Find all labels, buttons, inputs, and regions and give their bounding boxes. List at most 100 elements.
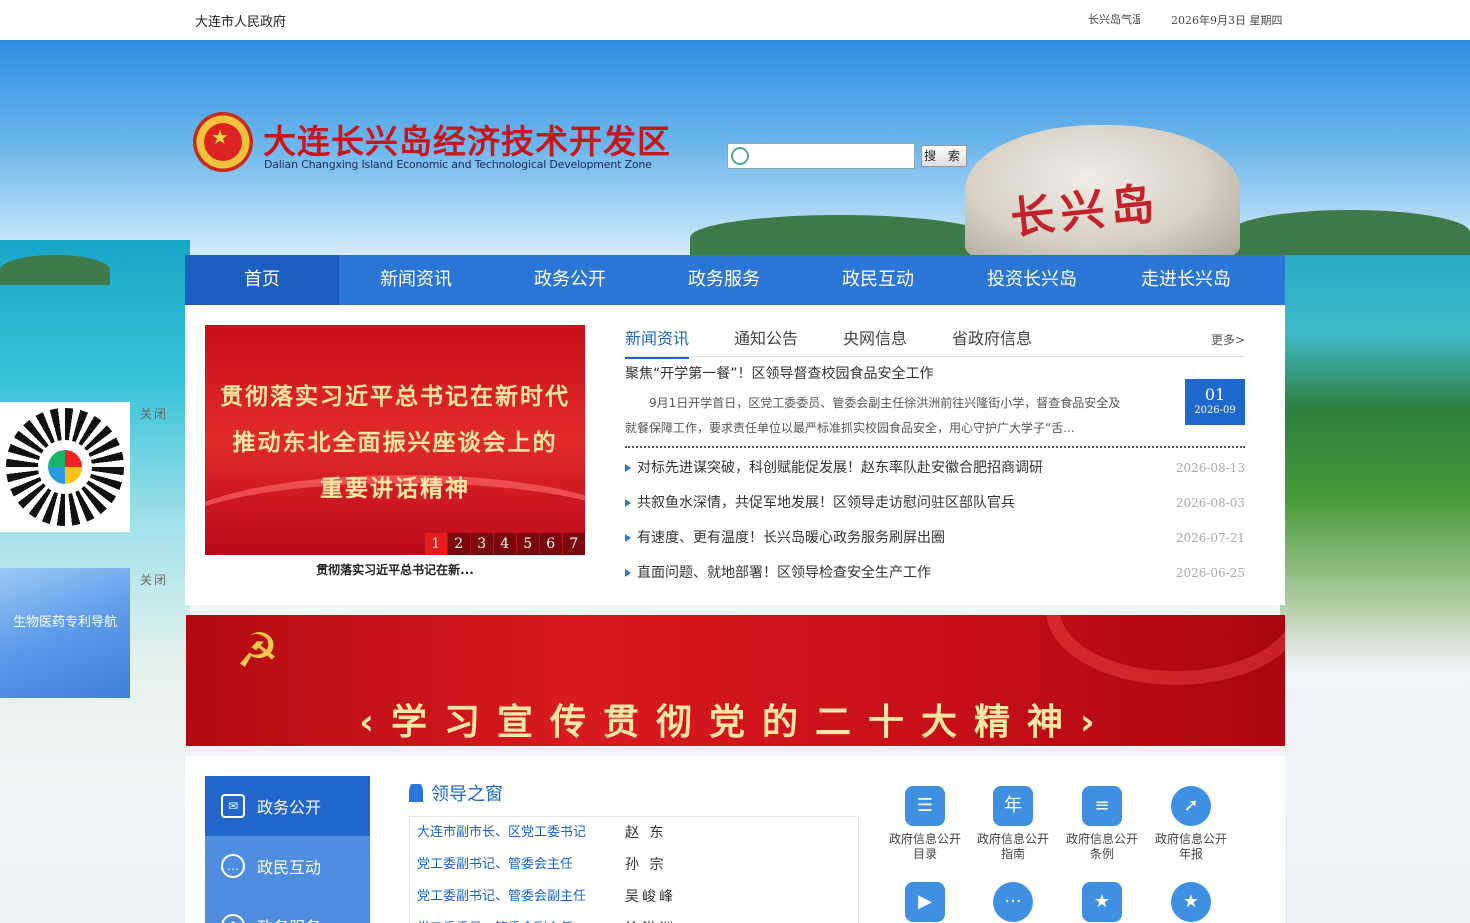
party-emblem-icon: ☭ (236, 623, 280, 679)
chat-icon: ··· (993, 882, 1033, 922)
list-item[interactable]: 共叙鱼水深情，共促军地发展！区领导走访慰问驻区部队官兵 2026-08-03 (625, 490, 1245, 525)
headline-day: 01 (1204, 385, 1226, 404)
bio-patent-float[interactable]: 生物医药专利导航 (0, 568, 130, 698)
search-input[interactable] (749, 145, 909, 167)
news-title[interactable]: 对标先进谋突破，科创赋能促发展！赵东率队赴安徽合肥招商调研 (637, 455, 1043, 481)
leader-position[interactable]: 党工委委员、管委会副主任 (417, 913, 573, 923)
quick-link-regulations[interactable]: ≡ 政府信息公开 条例 (1062, 786, 1142, 862)
site-title[interactable]: 大连长兴岛经济技术开发区 (263, 115, 671, 163)
slide-page-button[interactable]: 5 (516, 533, 539, 555)
leader-row[interactable]: 大连市副市长、区党工委书记 赵 东 (410, 817, 858, 849)
leader-row[interactable]: 党工委副书记、管委会副主任 吴峻峰 (410, 881, 858, 913)
list-item[interactable]: 直面问题、就地部署！区领导检查安全生产工作 2026-06-25 (625, 560, 1245, 595)
news-title[interactable]: 共叙鱼水深情，共促军地发展！区领导走访慰问驻区部队官兵 (637, 490, 1015, 516)
party-banner[interactable]: ☭ ‹学习宣传贯彻党的二十大精神› (186, 615, 1285, 746)
slide-page-button[interactable]: 4 (493, 533, 516, 555)
news-title[interactable]: 直面问题、就地部署！区领导检查安全生产工作 (637, 560, 931, 586)
more-link[interactable]: 更多> (1211, 331, 1245, 348)
slide-line: 贯彻落实习近平总书记在新时代 (220, 384, 570, 410)
search-field (727, 143, 915, 169)
list-item[interactable]: 有速度、更有温度！长兴岛暖心政务服务刷屏出圈 2026-07-21 (625, 525, 1245, 560)
app-logo-icon (48, 450, 82, 484)
quick-link-label: 目录 (912, 847, 937, 861)
slide-page-button[interactable]: 1 (424, 533, 447, 555)
nav-item-invest[interactable]: 投资长兴岛 (955, 255, 1109, 305)
leader-row[interactable]: 党工委委员、管委会副主任 徐洪洲 (410, 913, 858, 923)
news-slideshow[interactable]: 贯彻落实习近平总书记在新时代 推动东北全面振兴座谈会上的 重要讲话精神 1 2 … (205, 325, 585, 555)
badge-icon: ★ (1082, 882, 1122, 922)
side-item-gov-affairs[interactable]: ✉ 政务公开 (205, 776, 370, 836)
leaders-list: 大连市副市长、区党工委书记 赵 东 党工委副书记、管委会主任 孙 宗 党工委副书… (409, 816, 859, 923)
quick-link-medal[interactable]: ★ (1151, 882, 1231, 923)
leaders-heading: 领导之窗 (409, 780, 503, 806)
search-button[interactable]: 搜 索 (921, 145, 967, 167)
bullet-icon (625, 499, 631, 507)
divider (625, 446, 1245, 448)
leader-position[interactable]: 大连市副市长、区党工委书记 (417, 817, 586, 849)
close-float-button[interactable]: 关闭 (140, 571, 168, 588)
tab-central-info[interactable]: 央网信息 (843, 325, 907, 357)
tab-notices[interactable]: 通知公告 (734, 325, 798, 357)
bottom-section: ✉ 政务公开 … 政民互动 ✿ 政务服务 领导之窗 大连市副市长、区党工委书记 … (185, 756, 1285, 923)
nav-item-gov-affairs[interactable]: 政务公开 (493, 255, 647, 305)
slide-caption[interactable]: 贯彻落实习近平总书记在新... (205, 561, 585, 578)
nav-item-gov-services[interactable]: 政务服务 (647, 255, 801, 305)
close-float-button[interactable]: 关闭 (140, 405, 168, 422)
nav-item-interaction[interactable]: 政民互动 (801, 255, 955, 305)
side-item-label: 政民互动 (257, 858, 322, 877)
leader-name[interactable]: 赵 东 (625, 817, 666, 849)
headline-month: 2026-09 (1194, 405, 1236, 416)
quick-link-guide[interactable]: 年 政府信息公开 指南 (973, 786, 1053, 862)
quick-link-label: 条例 (1089, 847, 1114, 861)
bullet-icon (625, 534, 631, 542)
headline-summary: 9月1日开学首日，区党工委委员、管委会副主任徐洪洲前往兴隆街小学，督查食品安全及… (625, 396, 1121, 435)
side-item-services[interactable]: ✿ 政务服务 (205, 896, 370, 923)
bullet-icon (625, 464, 631, 472)
site-link[interactable]: 大连市人民政府 (195, 11, 286, 30)
banner-text: ‹学习宣传贯彻党的二十大精神› (359, 702, 1112, 743)
quick-link-chat[interactable]: ··· (973, 882, 1053, 923)
news-tabs: 新闻资讯 通知公告 央网信息 省政府信息 更多> (625, 323, 1245, 359)
list-item[interactable]: 对标先进谋突破，科创赋能促发展！赵东率队赴安徽合肥招商调研 2026-08-13 (625, 455, 1245, 490)
slide-page-button[interactable]: 7 (562, 533, 585, 555)
headline-title[interactable]: 聚焦“开学第一餐”！区领导督查校园食品安全工作 (625, 363, 934, 383)
document-icon: ≡ (1082, 786, 1122, 826)
leader-position[interactable]: 党工委副书记、管委会副主任 (417, 881, 586, 913)
quick-link-label: 政府信息公开 (1154, 832, 1227, 846)
slide-pager: 1 2 3 4 5 6 7 (424, 533, 585, 555)
quick-link-badge[interactable]: ★ (1062, 882, 1142, 923)
compass-icon: ➚ (1171, 786, 1211, 826)
tab-news[interactable]: 新闻资讯 (625, 325, 690, 359)
leader-position[interactable]: 党工委副书记、管委会主任 (417, 849, 573, 881)
island-scenery (0, 255, 110, 285)
news-panel: 贯彻落实习近平总书记在新时代 推动东北全面振兴座谈会上的 重要讲话精神 1 2 … (185, 305, 1285, 605)
nav-item-news[interactable]: 新闻资讯 (339, 255, 493, 305)
quick-link-annual-report[interactable]: ➚ 政府信息公开 年报 (1151, 786, 1231, 862)
leader-name[interactable]: 孙 宗 (625, 849, 666, 881)
leader-row[interactable]: 党工委副书记、管委会主任 孙 宗 (410, 849, 858, 881)
leader-name[interactable]: 吴峻峰 (625, 881, 676, 913)
news-date: 2026-08-13 (1175, 461, 1245, 475)
tab-provincial-info[interactable]: 省政府信息 (952, 325, 1032, 357)
news-date: 2026-06-25 (1175, 566, 1245, 580)
quick-link-video[interactable]: ▶ (885, 882, 965, 923)
slide-page-button[interactable]: 2 (447, 533, 470, 555)
leaders-title-text: 领导之窗 (431, 784, 503, 805)
nav-item-home[interactable]: 首页 (185, 255, 339, 305)
slide-line: 推动东北全面振兴座谈会上的 (232, 430, 558, 456)
slide-line: 重要讲话精神 (320, 476, 470, 502)
quick-link-catalog[interactable]: ☰ 政府信息公开 目录 (885, 786, 965, 862)
leader-name[interactable]: 徐洪洲 (625, 913, 676, 923)
news-title[interactable]: 有速度、更有温度！长兴岛暖心政务服务刷屏出圈 (637, 525, 945, 551)
calendar-icon: 年 (993, 786, 1033, 826)
flower-icon: ✿ (221, 914, 245, 923)
slide-page-button[interactable]: 3 (470, 533, 493, 555)
search-icon (731, 147, 749, 165)
news-list: 对标先进谋突破，科创赋能促发展！赵东率队赴安徽合肥招商调研 2026-08-13… (625, 455, 1245, 595)
nav-item-about[interactable]: 走进长兴岛 (1109, 255, 1263, 305)
quick-link-label: 年报 (1178, 847, 1203, 861)
qr-code-float[interactable] (0, 402, 130, 532)
slide-page-button[interactable]: 6 (539, 533, 562, 555)
side-item-interaction[interactable]: … 政民互动 (205, 836, 370, 896)
medal-icon: ★ (1171, 882, 1211, 922)
